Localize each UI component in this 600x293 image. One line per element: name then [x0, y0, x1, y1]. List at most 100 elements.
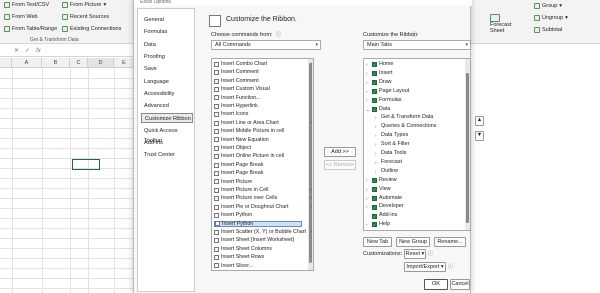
- command-item[interactable]: Insert Python: [214, 220, 302, 228]
- ribbon-tab-item[interactable]: › Sort & Filter: [375, 141, 409, 149]
- column-header[interactable]: D: [88, 58, 114, 68]
- worksheet-grid-right[interactable]: [470, 45, 600, 293]
- checkbox[interactable]: ✓: [372, 186, 377, 192]
- ribbon-tab-item[interactable]: › Outline: [375, 168, 398, 176]
- nav-item-advanced[interactable]: Advanced: [141, 101, 193, 111]
- command-item[interactable]: Insert Comment: [214, 69, 302, 76]
- chevron-right-icon[interactable]: ›: [375, 141, 379, 149]
- select-all[interactable]: [0, 58, 12, 68]
- ribbon-tab-item[interactable]: › ✓ View: [366, 186, 391, 194]
- tabs-scrollbar[interactable]: [465, 59, 470, 230]
- command-item[interactable]: Insert Slicer...: [214, 263, 302, 270]
- new-tab-button[interactable]: New Tab: [363, 237, 392, 247]
- chevron-right-icon[interactable]: ›: [366, 97, 370, 105]
- nav-item-customize-ribbon[interactable]: Customize Ribbon: [141, 113, 193, 124]
- ribbon-tab-item[interactable]: › Data Types: [375, 132, 408, 140]
- command-item[interactable]: Insert Sheet Rows: [214, 254, 302, 261]
- checkbox[interactable]: ✓: [372, 213, 377, 219]
- chevron-right-icon[interactable]: ›: [375, 132, 379, 140]
- add-button[interactable]: Add >>: [324, 147, 356, 157]
- nav-item-quick-access-toolbar[interactable]: Quick Access Toolbar: [141, 126, 193, 144]
- command-item[interactable]: Insert Picture: [214, 179, 302, 186]
- forecast-sheet-button[interactable]: Forecast Sheet: [490, 14, 516, 34]
- import-export-button[interactable]: Import/Export ▾: [404, 262, 446, 272]
- command-item[interactable]: Insert Page Break: [214, 170, 302, 177]
- checkbox[interactable]: ✓: [372, 62, 377, 68]
- commands-scrollbar[interactable]: [308, 59, 313, 270]
- ribbon-tab-item[interactable]: ✓ Add-ins: [366, 212, 397, 220]
- command-item[interactable]: Insert Sheet Columns: [214, 246, 302, 253]
- from-web-button[interactable]: From Web: [4, 14, 38, 20]
- chevron-right-icon[interactable]: ›: [375, 168, 379, 176]
- ribbon-tab-item[interactable]: › Data Tools: [375, 150, 406, 158]
- command-item[interactable]: Insert Line or Area Chart ›: [214, 120, 312, 127]
- checkbox[interactable]: ✓: [372, 106, 377, 112]
- nav-item-trust-center[interactable]: Trust Center: [141, 150, 193, 160]
- checkbox[interactable]: ✓: [372, 204, 377, 210]
- active-cell[interactable]: [72, 159, 100, 170]
- cancel-icon[interactable]: ✕: [14, 47, 19, 54]
- column-header[interactable]: A: [12, 58, 42, 68]
- customize-ribbon-dropdown[interactable]: Main Tabs ▾: [363, 40, 471, 50]
- from-table-range-button[interactable]: From Table/Range: [4, 26, 57, 32]
- nav-item-general[interactable]: General: [141, 15, 193, 25]
- chevron-right-icon[interactable]: ›: [375, 123, 379, 131]
- chevron-down-icon[interactable]: ⌄: [366, 106, 370, 114]
- ribbon-tab-item[interactable]: › ✓ Help: [366, 221, 390, 229]
- command-item[interactable]: Insert Comment: [214, 78, 302, 85]
- chevron-right-icon[interactable]: ›: [375, 159, 379, 167]
- chevron-right-icon[interactable]: ›: [366, 203, 370, 211]
- move-down-button[interactable]: ▼: [475, 131, 484, 141]
- command-item[interactable]: Insert Online Picture in cell: [214, 153, 302, 160]
- ribbon-tab-item[interactable]: › ✓ Page Layout: [366, 88, 409, 96]
- ribbon-tab-item[interactable]: › Forecast: [375, 159, 402, 167]
- chevron-right-icon[interactable]: ›: [375, 114, 379, 122]
- existing-connections-button[interactable]: Existing Connections: [62, 26, 121, 32]
- checkbox[interactable]: ✓: [372, 177, 377, 183]
- reset-button[interactable]: Reset ▾: [404, 249, 426, 259]
- chevron-right-icon[interactable]: ›: [366, 61, 370, 69]
- rename-button[interactable]: Rename...: [434, 237, 466, 247]
- new-group-button[interactable]: New Group: [396, 237, 430, 247]
- nav-item-formulas[interactable]: Formulas: [141, 27, 193, 37]
- nav-item-data[interactable]: Data: [141, 40, 193, 50]
- cancel-button[interactable]: Cancel: [450, 279, 470, 290]
- column-header[interactable]: B: [42, 58, 70, 68]
- chevron-right-icon[interactable]: ›: [366, 177, 370, 185]
- command-item[interactable]: Insert Object: [214, 145, 302, 152]
- nav-item-proofing[interactable]: Proofing: [141, 52, 193, 62]
- command-item[interactable]: Insert New Equation: [214, 137, 302, 144]
- command-item[interactable]: Insert Sheet [Insert Worksheet]: [214, 237, 302, 244]
- command-item[interactable]: Insert Custom Visual: [214, 86, 302, 93]
- chevron-right-icon[interactable]: ›: [366, 79, 370, 87]
- ribbon-tab-item[interactable]: › ✓ Developer: [366, 203, 404, 211]
- ribbon-tabs-tree[interactable]: › ✓ Home › ✓ Insert › ✓ Draw › ✓ Page Layout › ✓ Formu…: [363, 58, 471, 231]
- ribbon-tab-item[interactable]: › ✓ Insert: [366, 70, 392, 78]
- checkbox[interactable]: ✓: [372, 71, 377, 77]
- nav-item-add-ins[interactable]: Add-ins: [141, 138, 193, 148]
- from-picture-button[interactable]: From Picture ▾: [62, 2, 106, 8]
- command-item[interactable]: Insert Function...: [214, 95, 302, 102]
- enter-icon[interactable]: ✓: [25, 47, 30, 54]
- command-item[interactable]: Insert Picture in Cell ›: [214, 187, 312, 194]
- command-item[interactable]: Insert Page Break: [214, 162, 302, 169]
- nav-item-accessibility[interactable]: Accessibility: [141, 89, 193, 99]
- command-item[interactable]: Insert Hyperlink: [214, 103, 302, 110]
- column-header[interactable]: C: [70, 58, 88, 68]
- chevron-right-icon[interactable]: ›: [366, 195, 370, 203]
- ungroup-button[interactable]: Ungroup ▾: [534, 15, 568, 21]
- checkbox[interactable]: ✓: [372, 97, 377, 103]
- chevron-right-icon[interactable]: ›: [366, 70, 370, 78]
- command-item[interactable]: Insert Mobile Picture in cell: [214, 128, 302, 135]
- command-item[interactable]: Insert Python: [214, 212, 302, 219]
- fx-button[interactable]: fx: [36, 48, 41, 54]
- group-button[interactable]: Group ▾: [534, 3, 562, 9]
- ribbon-tab-item[interactable]: › ✓ Review: [366, 177, 397, 185]
- checkbox[interactable]: ✓: [372, 80, 377, 86]
- nav-item-save[interactable]: Save: [141, 64, 193, 74]
- remove-button[interactable]: << Remove: [324, 160, 356, 170]
- chevron-right-icon[interactable]: ›: [366, 186, 370, 194]
- command-item[interactable]: Insert Icons: [214, 111, 302, 118]
- worksheet-grid[interactable]: A B C D E: [0, 58, 135, 293]
- ribbon-tab-item[interactable]: › Queries & Connections: [375, 123, 436, 131]
